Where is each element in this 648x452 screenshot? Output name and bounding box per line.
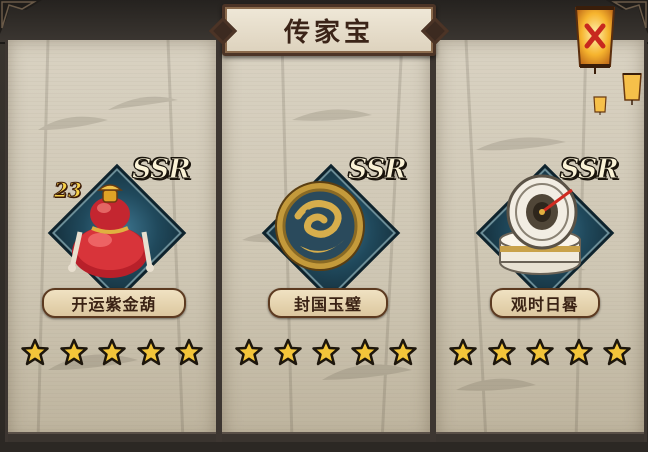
- star-icon: [98, 338, 126, 366]
- star-icon: [603, 338, 631, 366]
- star-rating: [234, 338, 418, 366]
- item-card-3[interactable]: SSR 观时日晷: [433, 40, 647, 442]
- star-icon: [389, 338, 417, 366]
- star-icon: [449, 338, 477, 366]
- star-icon: [21, 338, 49, 366]
- rarity-badge: SSR: [560, 154, 620, 186]
- jade-disc-icon: [275, 181, 365, 271]
- star-icon: [564, 338, 593, 366]
- star-icon: [273, 338, 302, 366]
- star-rating: [20, 338, 204, 366]
- panel-foot: [436, 432, 644, 442]
- star-icon: [235, 338, 263, 366]
- item-name: 封国玉璧: [293, 295, 362, 314]
- page-title: 传家宝: [283, 17, 374, 48]
- item-name: 开运紫金葫: [71, 295, 157, 314]
- star-icon: [312, 338, 340, 366]
- corner-ornament-left: [0, 0, 42, 34]
- title-plaque: 传家宝: [222, 4, 436, 56]
- star-icon: [175, 338, 203, 366]
- item-name-plate: 封国玉璧: [268, 288, 388, 318]
- panel-foot: [8, 432, 216, 442]
- star-icon: [487, 338, 516, 366]
- game-screen: 23 SSR 开运紫金葫 SSR 封国玉璧 SSR 观时日晷 传家宝: [0, 0, 648, 452]
- sundial-icon: [499, 174, 581, 275]
- item-card-2[interactable]: SSR 封国玉璧: [219, 40, 433, 442]
- item-level-badge: 23: [54, 178, 83, 203]
- rarity-badge: SSR: [132, 154, 192, 186]
- close-lantern-icon[interactable]: [570, 2, 620, 76]
- lantern-icon: [593, 96, 607, 115]
- star-rating: [448, 338, 632, 366]
- item-card-1[interactable]: 23 SSR 开运紫金葫: [5, 40, 219, 442]
- star-icon: [526, 338, 554, 366]
- rarity-badge: SSR: [348, 154, 408, 186]
- item-name-plate: 开运紫金葫: [42, 288, 186, 318]
- panel-foot: [222, 432, 430, 442]
- item-name: 观时日晷: [510, 295, 579, 314]
- star-icon: [59, 338, 88, 366]
- lantern-icon: [622, 73, 642, 105]
- star-icon: [136, 338, 165, 366]
- item-name-plate: 观时日晷: [490, 288, 600, 318]
- star-icon: [350, 338, 379, 366]
